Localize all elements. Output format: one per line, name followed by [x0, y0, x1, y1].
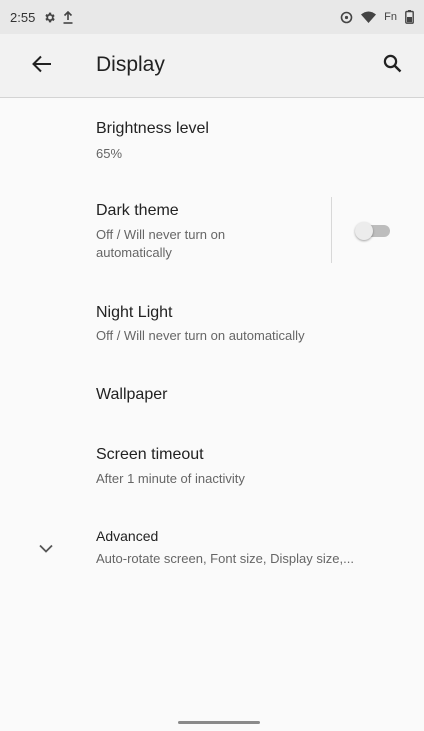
setting-title: Advanced [96, 528, 159, 544]
back-button[interactable] [28, 52, 56, 80]
setting-title: Night Light [96, 304, 173, 321]
status-time: 2:55 [10, 9, 36, 25]
wifi-icon [361, 11, 377, 23]
setting-summary: 65% [96, 146, 123, 161]
setting-advanced[interactable]: Advanced Auto-rotate screen, Font size, … [0, 510, 424, 586]
page-title: Display [96, 53, 165, 76]
setting-summary: Off / Will never turn on automatically [96, 227, 226, 260]
search-icon [383, 54, 402, 78]
setting-brightness-level[interactable]: Brightness level 65% [0, 100, 424, 180]
settings-gear-icon [43, 11, 56, 24]
battery-icon [405, 10, 414, 24]
upload-icon [62, 10, 74, 24]
setting-screen-timeout[interactable]: Screen timeout After 1 minute of inactiv… [0, 426, 424, 506]
setting-title: Wallpaper [96, 386, 168, 403]
app-toolbar: Display [0, 34, 424, 98]
setting-title: Brightness level [96, 120, 209, 137]
search-button[interactable] [378, 52, 406, 80]
dark-theme-switch[interactable] [355, 222, 393, 240]
chevron-down-icon [34, 536, 58, 560]
dark-theme-divider [331, 197, 332, 263]
setting-title: Screen timeout [96, 446, 204, 463]
setting-summary: Off / Will never turn on automatically [96, 328, 305, 343]
display-settings-screen: 2:55 Fn Display Brightness level 65% Dar… [0, 0, 424, 731]
switch-thumb [355, 222, 373, 240]
setting-night-light[interactable]: Night Light Off / Will never turn on aut… [0, 284, 424, 364]
status-bar: 2:55 Fn [0, 0, 424, 34]
setting-wallpaper[interactable]: Wallpaper [0, 366, 424, 432]
status-fn-label: Fn [384, 11, 397, 23]
data-saver-icon [340, 11, 353, 24]
status-right-icons: Fn [332, 10, 414, 24]
setting-summary: Auto-rotate screen, Font size, Display s… [96, 551, 354, 566]
arrow-back-icon [32, 55, 52, 78]
setting-title: Dark theme [96, 202, 179, 219]
gesture-nav-handle[interactable] [178, 721, 260, 724]
setting-summary: After 1 minute of inactivity [96, 471, 245, 486]
